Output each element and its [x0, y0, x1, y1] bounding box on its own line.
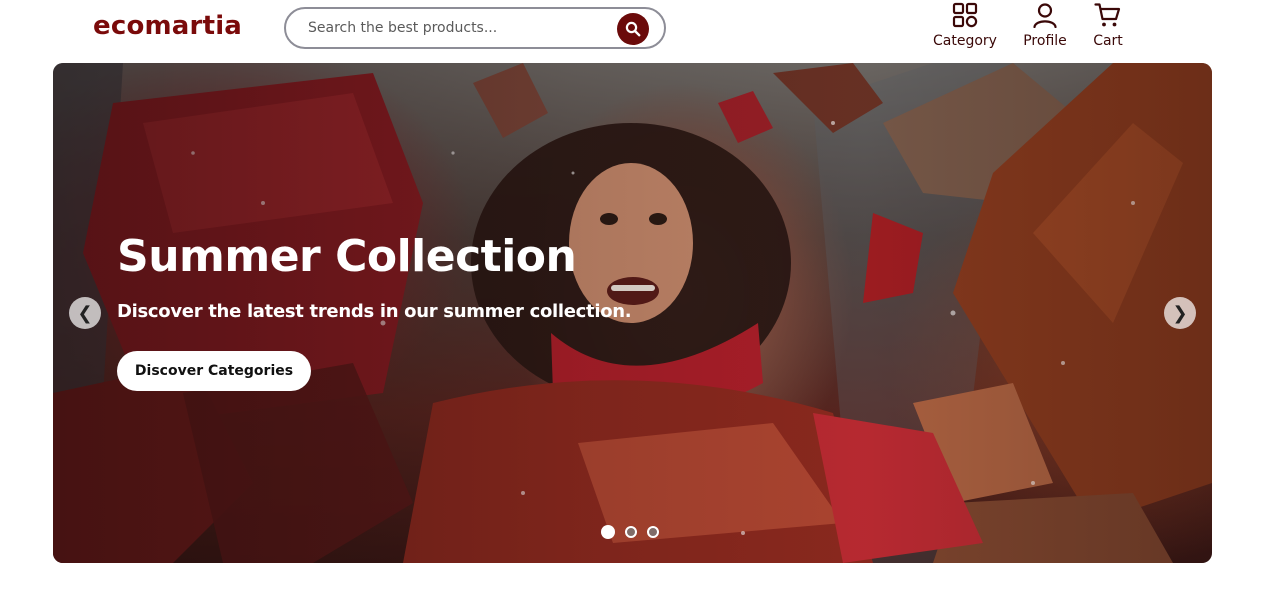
- search-input[interactable]: [308, 17, 608, 39]
- search-bar: [284, 7, 666, 49]
- carousel-dot[interactable]: [601, 525, 615, 539]
- chevron-right-icon: ❯: [1172, 302, 1188, 324]
- logo[interactable]: ecomartia: [93, 11, 242, 41]
- hero-title: Summer Collection: [117, 231, 577, 282]
- carousel-next-button[interactable]: ❯: [1164, 297, 1196, 329]
- carousel-indicators: [601, 525, 659, 539]
- nav-cart[interactable]: Cart: [1090, 2, 1126, 49]
- search-button[interactable]: [617, 13, 649, 45]
- carousel-prev-button[interactable]: ❮: [69, 297, 101, 329]
- nav-category-label: Category: [933, 33, 997, 49]
- site-header: ecomartia Category Profile: [0, 0, 1271, 62]
- carousel-dot[interactable]: [647, 526, 659, 538]
- nav-profile[interactable]: Profile: [1020, 2, 1070, 49]
- grid-icon: [952, 2, 978, 28]
- discover-categories-button[interactable]: Discover Categories: [117, 351, 311, 391]
- nav-profile-label: Profile: [1023, 33, 1067, 49]
- carousel-dot[interactable]: [625, 526, 637, 538]
- chevron-left-icon: ❮: [77, 302, 93, 324]
- nav-category[interactable]: Category: [930, 2, 1000, 49]
- hero-banner: Summer Collection Discover the latest tr…: [53, 63, 1212, 563]
- nav-cart-label: Cart: [1093, 33, 1123, 49]
- cart-icon: [1094, 3, 1121, 27]
- search-icon: [625, 21, 641, 37]
- hero-subtitle: Discover the latest trends in our summer…: [117, 301, 632, 322]
- user-icon: [1033, 3, 1057, 28]
